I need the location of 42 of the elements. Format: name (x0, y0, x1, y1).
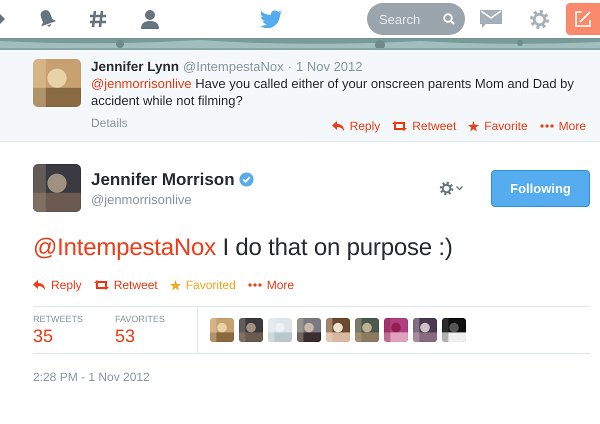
person-icon[interactable] (140, 9, 160, 29)
reply-icon (332, 121, 345, 131)
retweet-action[interactable]: Retweet (392, 119, 456, 133)
tweet-date[interactable]: 1 Nov 2012 (296, 59, 362, 74)
more-icon (248, 283, 262, 287)
favorite-action[interactable]: Favorite (468, 119, 528, 133)
favorite-action[interactable]: Favorited (170, 278, 236, 292)
stat-label: FAVORITES (115, 314, 166, 324)
hashtag-icon[interactable] (89, 10, 107, 28)
reply-action[interactable]: Reply (33, 278, 82, 292)
compose-icon (574, 10, 592, 28)
retweet-icon (94, 280, 109, 290)
more-icon (540, 124, 554, 128)
stat-label: RETWEETS (33, 314, 84, 324)
settings-menu[interactable] (439, 180, 463, 196)
mention-link[interactable]: @jenmorrisonlive (91, 76, 192, 91)
search-icon (443, 13, 455, 25)
tweet-text: @jenmorrisonlive Have you called either of your onscreen parents Mom and Dad by accident while not filming? (91, 75, 575, 109)
details-link[interactable]: Details (91, 116, 128, 130)
caret-icon (456, 186, 463, 190)
following-button[interactable]: Following (491, 170, 590, 206)
stat-count[interactable]: 35 (33, 326, 115, 346)
tweet-timestamp: 2:28 PM - 1 Nov 2012 (33, 370, 151, 384)
reply-icon (33, 280, 46, 290)
author-handle[interactable]: @jenmorrisonlive (91, 192, 429, 206)
mention-link[interactable]: @IntempestaNox (33, 234, 216, 261)
star-icon (468, 120, 480, 132)
more-action[interactable]: More (248, 278, 294, 292)
tweet-text: @IntempestaNox I do that on purpose :) (33, 234, 454, 262)
reply-action[interactable]: Reply (332, 119, 380, 133)
retweet-action[interactable]: Retweet (94, 278, 158, 292)
search-field[interactable]: Search (367, 3, 465, 35)
stat-count[interactable]: 53 (115, 326, 197, 346)
bird-icon[interactable] (260, 10, 282, 28)
separator-dot: · (288, 59, 292, 74)
settings-icon (439, 180, 454, 196)
author-name[interactable]: Jennifer Lynn (91, 59, 180, 74)
author-handle[interactable]: @IntempestaNox (183, 59, 284, 74)
more-action[interactable]: More (540, 119, 586, 133)
star-icon (170, 280, 181, 290)
retweet-icon (392, 121, 408, 131)
author-name[interactable]: Jennifer Morrison (91, 170, 235, 190)
